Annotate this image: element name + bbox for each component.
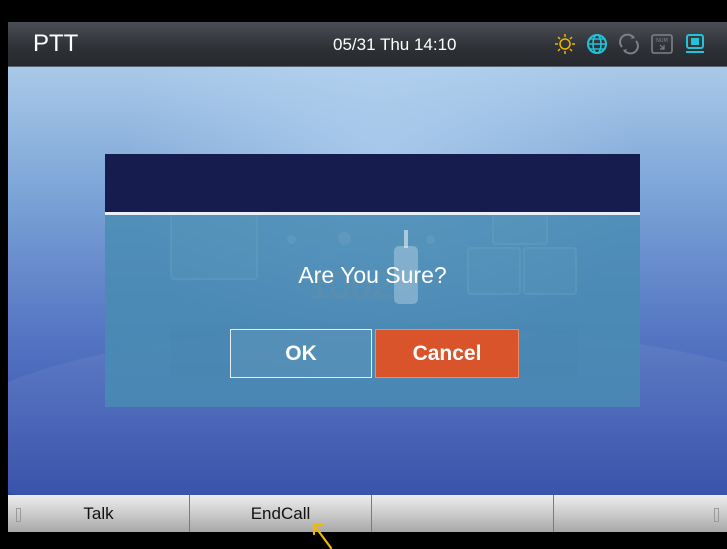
dialog-header bbox=[105, 154, 640, 212]
globe-icon bbox=[587, 34, 607, 54]
softkey-right-edge bbox=[714, 508, 719, 522]
softkey-3[interactable] bbox=[372, 495, 554, 532]
svg-text:NUM: NUM bbox=[656, 38, 668, 44]
device-screen: PTT 05/31 Thu 14:10 NUM Are You Sure? OK… bbox=[0, 0, 727, 549]
softkey-4[interactable] bbox=[554, 495, 727, 532]
softkey-endcall[interactable]: EndCall bbox=[190, 495, 372, 532]
date-time: 05/31 Thu 14:10 bbox=[333, 35, 457, 54]
num-lock-icon: NUM bbox=[651, 34, 673, 54]
softkey-bar: Talk EndCall bbox=[8, 495, 727, 532]
brightness-icon bbox=[555, 34, 575, 54]
confirm-dialog: Are You Sure? OK Cancel bbox=[105, 154, 640, 407]
ok-button[interactable]: OK bbox=[230, 329, 372, 378]
status-bar: PTT 05/31 Thu 14:10 NUM bbox=[8, 22, 727, 67]
app-title: PTT bbox=[33, 30, 79, 57]
softkey-talk[interactable]: Talk bbox=[8, 495, 190, 532]
screen-icon bbox=[686, 34, 704, 53]
cursor-arrow-icon bbox=[312, 524, 333, 549]
cancel-button[interactable]: Cancel bbox=[375, 329, 519, 378]
dialog-body bbox=[105, 215, 640, 407]
dialog-message: Are You Sure? bbox=[298, 262, 447, 288]
sync-icon bbox=[619, 33, 639, 55]
